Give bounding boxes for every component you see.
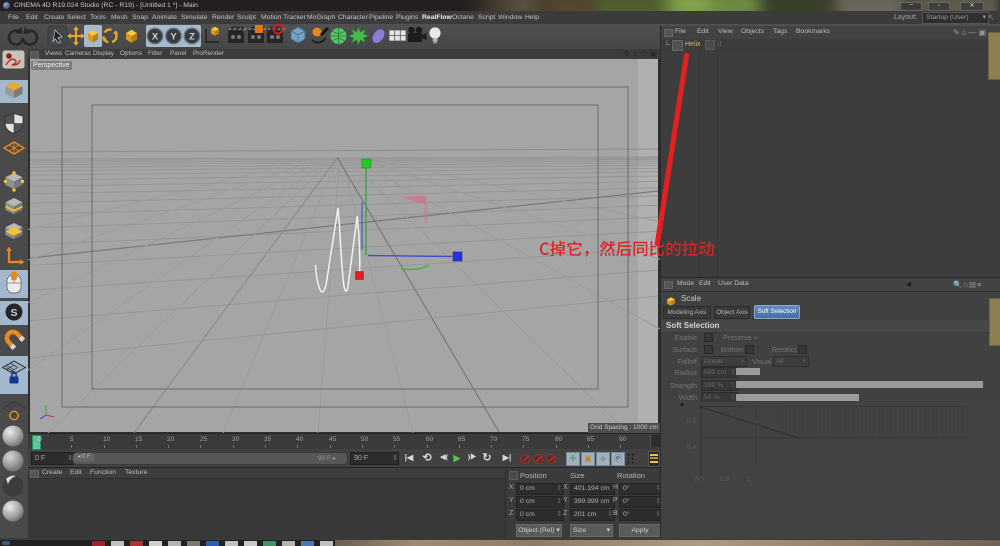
svg-text:0.5: 0.5 bbox=[720, 476, 729, 483]
svg-text:X: X bbox=[152, 31, 159, 42]
svg-text:0.5: 0.5 bbox=[687, 418, 696, 425]
svg-text:0.4: 0.4 bbox=[687, 444, 696, 451]
svg-text:1: 1 bbox=[747, 476, 751, 483]
svg-text:0.0: 0.0 bbox=[694, 476, 703, 483]
svg-text:Y: Y bbox=[170, 31, 177, 42]
svg-text:Z: Z bbox=[189, 31, 195, 42]
svg-text:S: S bbox=[10, 307, 17, 319]
